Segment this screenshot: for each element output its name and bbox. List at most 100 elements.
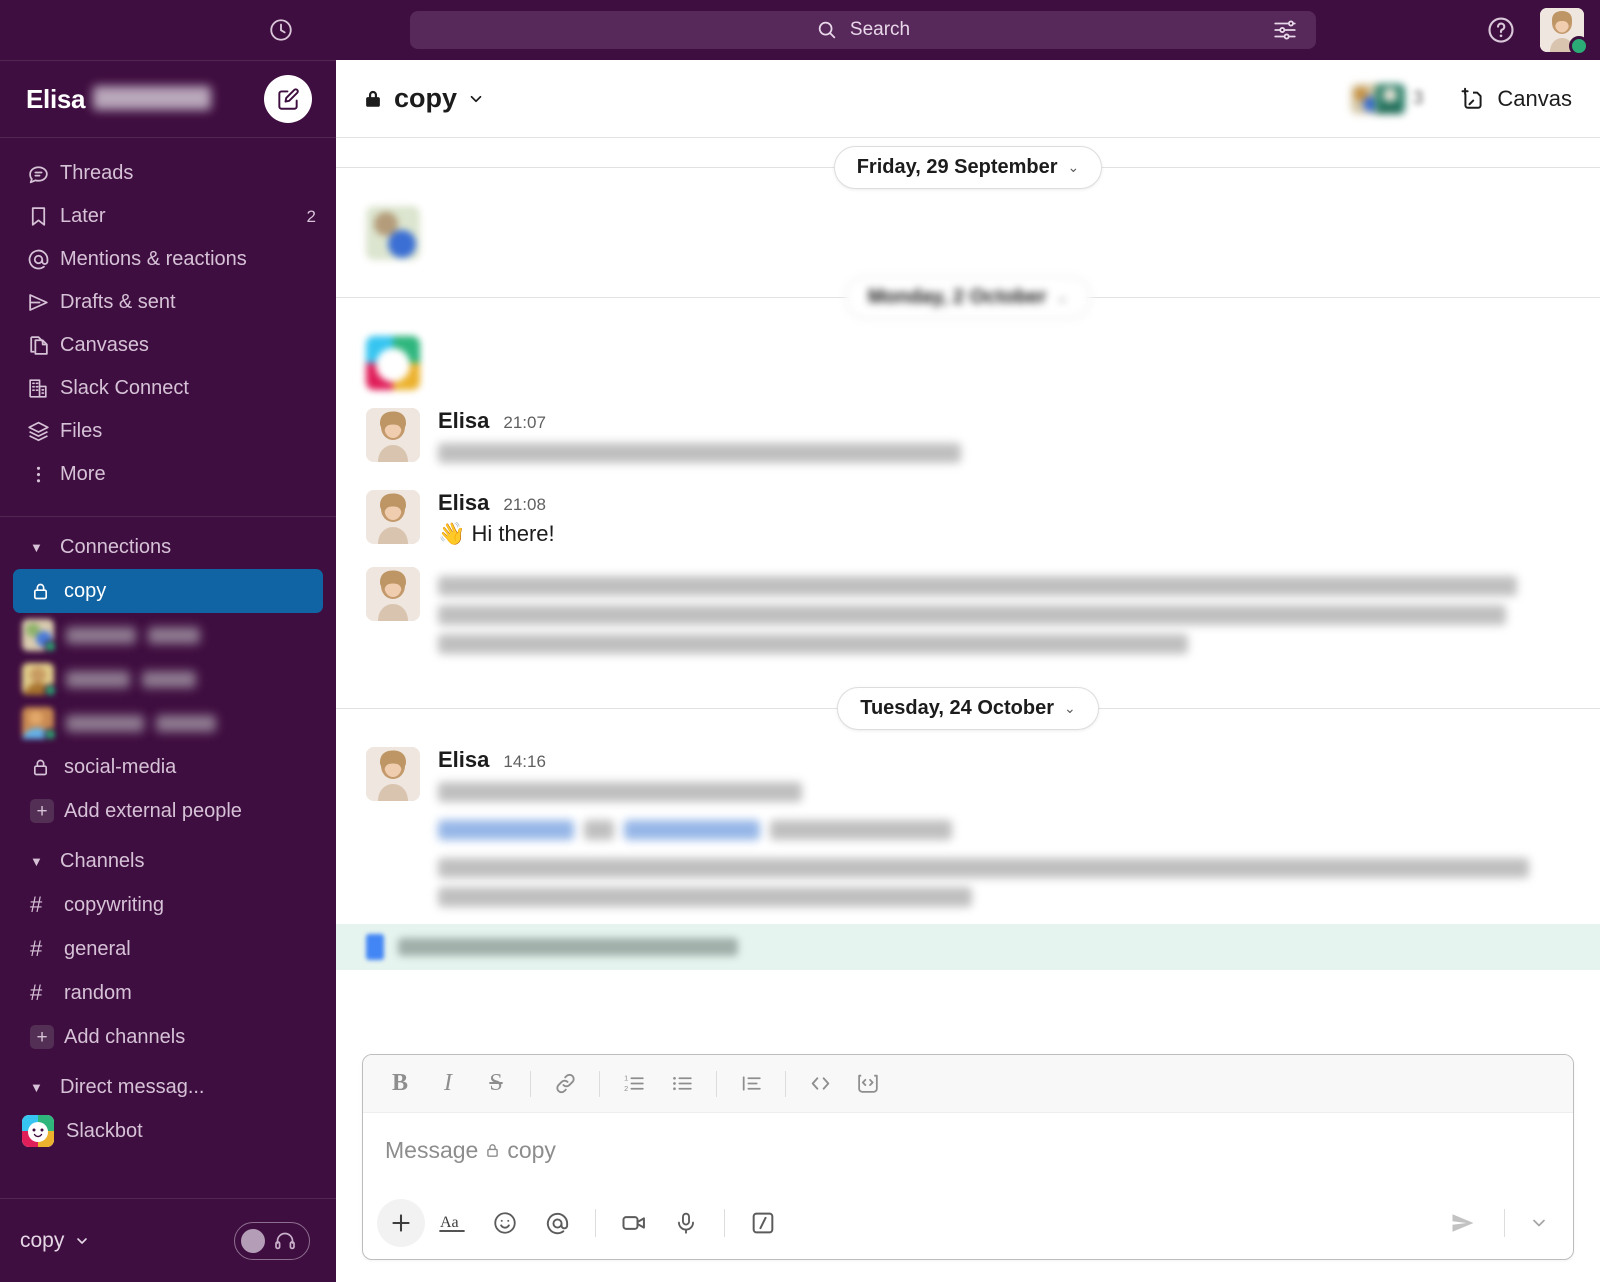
compose-new-message-button[interactable] bbox=[264, 75, 312, 123]
channel-title-button[interactable]: copy bbox=[362, 83, 485, 114]
message-link-redacted[interactable] bbox=[438, 820, 575, 841]
message-row[interactable]: Elisa 21:07 bbox=[336, 398, 1600, 480]
mention-button[interactable] bbox=[533, 1199, 581, 1247]
sidebar-item-add-external-people[interactable]: + Add external people bbox=[0, 789, 336, 833]
toolbar-divider bbox=[599, 1070, 600, 1097]
message-row[interactable]: Elisa 14:16 bbox=[336, 737, 1600, 924]
hash-icon: # bbox=[30, 892, 43, 917]
search-input[interactable]: Search bbox=[410, 11, 1316, 49]
sidebar-item-mentions-reactions[interactable]: Mentions & reactions bbox=[0, 238, 336, 281]
bulleted-list-button[interactable] bbox=[659, 1063, 705, 1105]
message-row[interactable]: Elisa 21:08 👋 Hi there! bbox=[336, 480, 1600, 557]
avatar bbox=[366, 206, 420, 260]
sidebar-item-label: Threads bbox=[60, 162, 134, 184]
add-canvas-icon bbox=[1459, 85, 1487, 113]
sidebar: Elisa Threads Later 2 Mentions & reactio… bbox=[0, 60, 336, 1282]
sidebar-item-add-channels[interactable]: + Add channels bbox=[0, 1015, 336, 1059]
help-question-icon[interactable] bbox=[1484, 13, 1518, 47]
sidebar-nav: Threads Later 2 Mentions & reactions Dra… bbox=[0, 138, 336, 506]
message-row[interactable] bbox=[336, 196, 1600, 268]
message-input[interactable]: Message copy bbox=[363, 1113, 1573, 1187]
section-header-direct-messages[interactable]: ▼ Direct messag... bbox=[0, 1065, 336, 1109]
section-label: Connections bbox=[60, 535, 172, 558]
avatar bbox=[1374, 83, 1405, 114]
channel-members-button[interactable]: 3 bbox=[1343, 80, 1432, 118]
sidebar-item-general[interactable]: # general bbox=[0, 927, 336, 971]
sidebar-item-drafts-sent[interactable]: Drafts & sent bbox=[0, 281, 336, 324]
external-people-banner[interactable] bbox=[336, 924, 1600, 971]
attach-plus-button[interactable] bbox=[377, 1199, 425, 1247]
composer-actions-left: Aa bbox=[377, 1199, 787, 1247]
workspace-name-text: Elisa bbox=[26, 83, 86, 114]
ordered-list-button[interactable]: 1 2 bbox=[611, 1063, 657, 1105]
section-header-channels[interactable]: ▼ Channels bbox=[0, 839, 336, 883]
message-content bbox=[438, 206, 1574, 260]
chevron-down-icon: ▼ bbox=[30, 1079, 43, 1095]
message-row[interactable] bbox=[336, 326, 1600, 398]
blockquote-button[interactable] bbox=[728, 1063, 774, 1105]
sidebar-dm-redacted[interactable] bbox=[0, 613, 336, 657]
bold-button[interactable]: B bbox=[377, 1063, 423, 1105]
sidebar-item-later[interactable]: Later 2 bbox=[0, 195, 336, 238]
channel-name: copy bbox=[394, 83, 458, 113]
message-list[interactable]: Friday, 29 September ⌄ Monday, 2 October… bbox=[336, 138, 1600, 1054]
sidebar-item-more[interactable]: More bbox=[0, 453, 336, 496]
video-clip-button[interactable] bbox=[610, 1199, 658, 1247]
sidebar-item-copywriting[interactable]: # copywriting bbox=[0, 883, 336, 927]
send-button[interactable] bbox=[1438, 1200, 1488, 1246]
toolbar-divider bbox=[530, 1070, 531, 1097]
message-timestamp: 21:08 bbox=[503, 495, 546, 514]
presence-indicator bbox=[44, 728, 57, 741]
message-meta: Elisa 21:07 bbox=[438, 408, 1574, 434]
date-divider-label: Tuesday, 24 October bbox=[860, 696, 1055, 719]
sidebar-item-social-media[interactable]: social-media bbox=[0, 745, 336, 789]
message-composer[interactable]: B I S 1 2 Message copy Aa bbox=[362, 1054, 1574, 1260]
message-text-redacted bbox=[438, 887, 972, 908]
canvas-button[interactable]: Canvas bbox=[1449, 79, 1582, 119]
message-link-redacted[interactable] bbox=[623, 820, 761, 841]
presence-indicator bbox=[1569, 36, 1589, 56]
sidebar-item-canvases[interactable]: Canvases bbox=[0, 324, 336, 367]
date-divider-chip[interactable]: Monday, 2 October ⌄ bbox=[844, 275, 1092, 319]
link-button[interactable] bbox=[542, 1063, 588, 1105]
huddle-toggle[interactable] bbox=[234, 1221, 310, 1260]
send-options-button[interactable] bbox=[1521, 1200, 1557, 1246]
clock-icon[interactable] bbox=[264, 13, 298, 47]
avatar[interactable] bbox=[1540, 8, 1589, 56]
sidebar-item-threads[interactable]: Threads bbox=[0, 152, 336, 195]
workspace-name[interactable]: Elisa bbox=[26, 83, 212, 115]
sidebar-dm-redacted[interactable] bbox=[0, 657, 336, 701]
sidebar-section-connections: ▼ Connections copy social-media + Add ex… bbox=[0, 525, 336, 833]
section-header-connections[interactable]: ▼ Connections bbox=[0, 525, 336, 569]
strikethrough-button[interactable]: S bbox=[473, 1063, 519, 1105]
sidebar-item-slackbot[interactable]: Slackbot bbox=[0, 1109, 336, 1153]
section-label: Direct messag... bbox=[60, 1075, 205, 1098]
date-divider-chip[interactable]: Tuesday, 24 October ⌄ bbox=[837, 686, 1099, 730]
sidebar-scroll[interactable]: Threads Later 2 Mentions & reactions Dra… bbox=[0, 138, 336, 1198]
code-button[interactable] bbox=[797, 1063, 843, 1105]
sidebar-item-slack-connect[interactable]: Slack Connect bbox=[0, 367, 336, 410]
slash-command-button[interactable] bbox=[739, 1199, 787, 1247]
slack-app-window: Search Elisa Threads Later 2 Mentions & … bbox=[0, 0, 1600, 1282]
date-divider-chip[interactable]: Friday, 29 September ⌄ bbox=[833, 145, 1103, 189]
sidebar-item-files[interactable]: Files bbox=[0, 410, 336, 453]
italic-button[interactable]: I bbox=[425, 1063, 471, 1105]
workspace-switcher[interactable]: copy bbox=[20, 1229, 90, 1253]
sidebar-item-label: Drafts & sent bbox=[60, 291, 176, 313]
sidebar-section-direct-messages: ▼ Direct messag... Slackbot bbox=[0, 1065, 336, 1153]
sidebar-dm-redacted[interactable] bbox=[0, 701, 336, 745]
filter-sliders-icon[interactable] bbox=[1272, 17, 1298, 43]
sidebar-item-label: social-media bbox=[64, 755, 177, 778]
avatar bbox=[22, 663, 57, 697]
audio-clip-button[interactable] bbox=[662, 1199, 710, 1247]
sidebar-item-copy[interactable]: copy bbox=[13, 569, 323, 613]
placeholder-channel: copy bbox=[507, 1136, 556, 1163]
sidebar-item-random[interactable]: # random bbox=[0, 971, 336, 1015]
code-block-button[interactable] bbox=[845, 1063, 891, 1105]
message-text-redacted bbox=[438, 443, 961, 463]
message-row[interactable] bbox=[336, 557, 1600, 671]
emoji-button[interactable] bbox=[481, 1199, 529, 1247]
workspace-header[interactable]: Elisa bbox=[0, 60, 336, 138]
formatting-aa-button[interactable]: Aa bbox=[429, 1199, 477, 1247]
sidebar-item-label: More bbox=[60, 463, 106, 485]
